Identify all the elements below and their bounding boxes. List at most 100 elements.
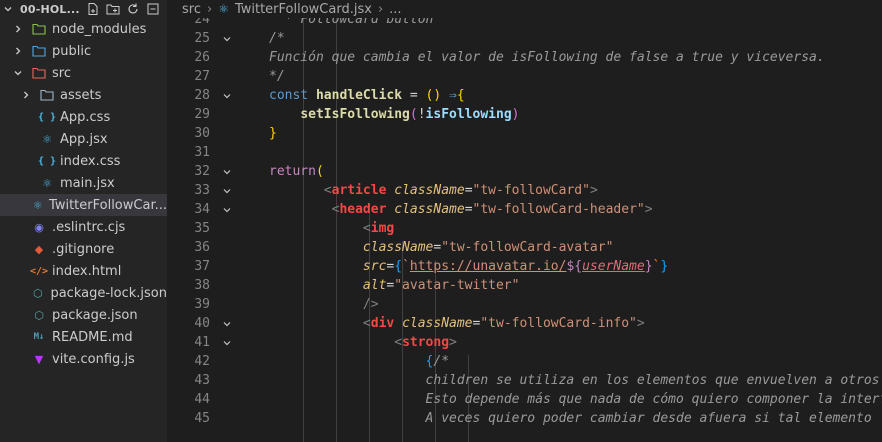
code-line[interactable]: 34 <header className="tw-followCard-head… xyxy=(167,200,882,219)
explorer-sidebar: 00-HOL... node_modules public src assets{ }… xyxy=(0,0,167,442)
project-title[interactable]: 00-HOL... xyxy=(20,3,80,16)
code-text: <div className="tw-followCard-info"> xyxy=(269,314,645,333)
breadcrumb-file[interactable]: TwitterFollowCard.jsx xyxy=(235,2,372,17)
code-line[interactable]: 40 <div className="tw-followCard-info"> xyxy=(167,314,882,333)
code-line[interactable]: 33 <article className="tw-followCard"> xyxy=(167,181,882,200)
code-token: Esto depende más que nada de cómo quiero… xyxy=(425,392,882,407)
code-token: "tw-followCard-info" xyxy=(480,316,637,331)
code-token: /* xyxy=(269,31,285,46)
collapse-all-icon[interactable] xyxy=(146,3,160,15)
code-token: handleClick xyxy=(315,88,403,103)
code-text: const handleClick = () ⇒{ xyxy=(269,86,465,105)
code-line[interactable]: 38 alt="avatar-twitter" xyxy=(167,276,882,295)
code-line[interactable]: 37 src={`https://unavatar.io/${userName}… xyxy=(167,257,882,276)
react-file-icon: ⚛ xyxy=(42,176,52,190)
code-line[interactable]: 42 {/* xyxy=(167,352,882,371)
fold-chevron-icon[interactable] xyxy=(221,200,233,219)
code-line[interactable]: 25 /* xyxy=(167,29,882,48)
tree-item[interactable]: ⚛ App.jsx xyxy=(0,128,167,150)
code-token: = xyxy=(402,88,426,103)
line-number: 24 xyxy=(194,18,210,27)
code-line[interactable]: 32 return( xyxy=(167,162,882,181)
new-file-icon[interactable] xyxy=(86,3,100,15)
code-editor[interactable]: 24 * FollowCard button 25 /* 26 Función que … xyxy=(167,18,882,442)
code-line[interactable]: 27 */ xyxy=(167,67,882,86)
line-number: 32 xyxy=(194,164,210,179)
code-line[interactable]: 39 /> xyxy=(167,295,882,314)
code-token: ) xyxy=(511,107,520,122)
chevron-down-icon[interactable] xyxy=(12,67,24,79)
tree-item[interactable]: ◆ .gitignore xyxy=(0,238,167,260)
tree-item[interactable]: public xyxy=(0,40,167,62)
code-line[interactable]: 28 const handleClick = () ⇒{ xyxy=(167,86,882,105)
code-token: = xyxy=(464,183,473,198)
code-line[interactable]: 41 <strong> xyxy=(167,333,882,352)
tree-item[interactable]: M↓ README.md xyxy=(0,326,167,348)
code-token: < xyxy=(362,221,371,236)
tree-item[interactable]: ⬡ package.json xyxy=(0,304,167,326)
chevron-right-icon[interactable] xyxy=(12,45,24,57)
tree-item-label: package.json xyxy=(52,307,138,323)
folder-assets-icon xyxy=(40,88,54,102)
breadcrumb-trail[interactable]: ... xyxy=(389,2,401,17)
explorer-header: 00-HOL... xyxy=(0,0,167,18)
code-line[interactable]: 24 * FollowCard button xyxy=(167,18,882,29)
tree-item[interactable]: ⚛ TwitterFollowCar... xyxy=(0,194,167,216)
line-number: 35 xyxy=(194,221,210,236)
code-text: Función que cambia el valor de isFollowi… xyxy=(269,48,825,67)
html-file-icon: </> xyxy=(29,265,49,277)
code-line[interactable]: 35 <img xyxy=(167,219,882,238)
chevron-right-icon[interactable] xyxy=(12,23,24,35)
line-number: 29 xyxy=(194,107,210,122)
line-number: 26 xyxy=(194,50,210,65)
tree-item[interactable]: </> index.html xyxy=(0,260,167,282)
code-text: <article className="tw-followCard"> xyxy=(269,181,598,200)
tree-item[interactable]: ⚛ main.jsx xyxy=(0,172,167,194)
tree-item[interactable]: { } index.css xyxy=(0,150,167,172)
fold-chevron-icon[interactable] xyxy=(221,314,233,333)
tree-item[interactable]: { } App.css xyxy=(0,106,167,128)
code-token: strong xyxy=(402,335,450,350)
code-line[interactable]: 36 className="tw-followCard-avatar" xyxy=(167,238,882,257)
code-text: /> xyxy=(269,295,379,314)
line-number: 31 xyxy=(194,145,210,160)
fold-chevron-icon[interactable] xyxy=(221,181,233,200)
fold-chevron-icon[interactable] xyxy=(221,333,233,352)
tree-item[interactable]: ◉ .eslintrc.cjs xyxy=(0,216,167,238)
code-line[interactable]: 45 A veces quiero poder cambiar desde af… xyxy=(167,409,882,428)
tree-item[interactable]: assets xyxy=(0,84,167,106)
tree-item[interactable]: node_modules xyxy=(0,18,167,40)
tree-item-label: README.md xyxy=(52,329,133,345)
refresh-icon[interactable] xyxy=(126,3,140,15)
code-line[interactable]: 31 xyxy=(167,143,882,162)
code-line[interactable]: 44 Esto depende más que nada de cómo qui… xyxy=(167,390,882,409)
code-token: { xyxy=(394,259,403,274)
react-file-icon: ⚛ xyxy=(32,198,43,212)
fold-chevron-icon[interactable] xyxy=(221,162,233,181)
line-number: 44 xyxy=(194,392,210,407)
tree-item[interactable]: src xyxy=(0,62,167,84)
tree-item[interactable]: ⬡ package-lock.json xyxy=(0,282,167,304)
chevron-right-icon[interactable] xyxy=(20,89,32,101)
code-token: < xyxy=(362,316,371,331)
chevron-down-icon[interactable] xyxy=(2,3,14,15)
tree-item[interactable]: ▼ vite.config.js xyxy=(0,348,167,370)
code-line[interactable]: 26 Función que cambia el valor de isFollo… xyxy=(167,48,882,67)
code-line[interactable]: 30} xyxy=(167,124,882,143)
new-folder-icon[interactable] xyxy=(106,3,120,15)
breadcrumb-folder[interactable]: src xyxy=(182,2,201,17)
fold-chevron-icon[interactable] xyxy=(221,86,233,105)
code-line[interactable]: 29 setIsFollowing(!isFollowing) xyxy=(167,105,882,124)
fold-chevron-icon[interactable] xyxy=(221,29,233,48)
line-number: 43 xyxy=(194,373,210,388)
code-line[interactable]: 43 children se utiliza en los elementos … xyxy=(167,371,882,390)
code-text: setIsFollowing(!isFollowing) xyxy=(269,105,519,124)
